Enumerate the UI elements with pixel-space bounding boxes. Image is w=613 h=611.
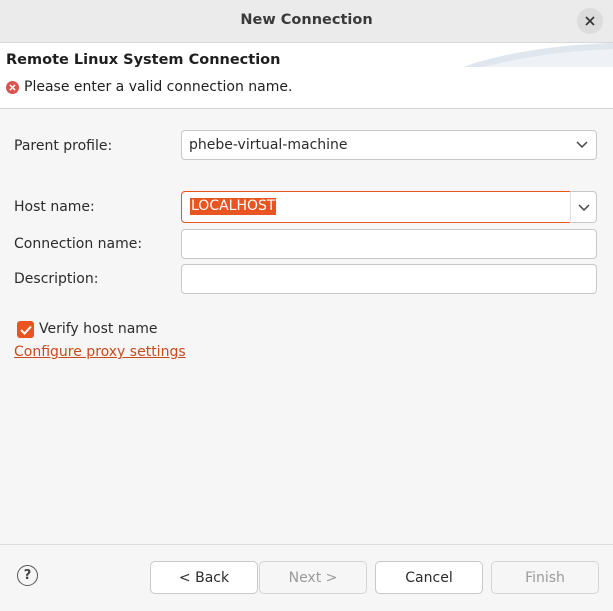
- help-button[interactable]: ?: [17, 565, 38, 586]
- error-icon: [6, 80, 19, 94]
- verify-host-label[interactable]: Verify host name: [39, 321, 158, 337]
- parent-profile-value: phebe-virtual-machine: [189, 137, 348, 153]
- parent-profile-label: Parent profile:: [14, 138, 113, 154]
- wizard-title: Remote Linux System Connection: [6, 52, 281, 68]
- description-input[interactable]: [181, 264, 597, 294]
- host-name-input[interactable]: LOCALHOST: [181, 191, 571, 223]
- chevron-down-icon: [578, 204, 590, 212]
- next-button[interactable]: Next >: [259, 561, 367, 594]
- connection-name-input[interactable]: [181, 229, 597, 259]
- close-button[interactable]: [577, 8, 603, 34]
- window-title: New Connection: [240, 12, 373, 28]
- host-name-value: LOCALHOST: [190, 198, 277, 215]
- error-message-row: Please enter a valid connection name.: [6, 79, 292, 95]
- parent-profile-select[interactable]: phebe-virtual-machine: [181, 130, 597, 160]
- cancel-button[interactable]: Cancel: [375, 561, 483, 594]
- connection-name-label: Connection name:: [14, 236, 143, 252]
- back-button[interactable]: < Back: [150, 561, 258, 594]
- help-icon: ?: [23, 568, 32, 583]
- banner-decoration: [463, 43, 613, 67]
- host-name-label: Host name:: [14, 199, 95, 215]
- footer-divider: [0, 544, 613, 545]
- description-label: Description:: [14, 271, 99, 287]
- chevron-down-icon: [576, 141, 588, 149]
- wizard-header: Remote Linux System Connection Please en…: [0, 43, 613, 109]
- configure-proxy-link[interactable]: Configure proxy settings: [14, 344, 186, 360]
- host-name-dropdown-button[interactable]: [570, 191, 597, 223]
- verify-host-checkbox[interactable]: [17, 321, 34, 338]
- error-message: Please enter a valid connection name.: [24, 79, 293, 95]
- checkmark-icon: [19, 325, 32, 335]
- close-icon: [585, 16, 595, 26]
- title-bar: New Connection: [0, 0, 613, 43]
- finish-button[interactable]: Finish: [491, 561, 599, 594]
